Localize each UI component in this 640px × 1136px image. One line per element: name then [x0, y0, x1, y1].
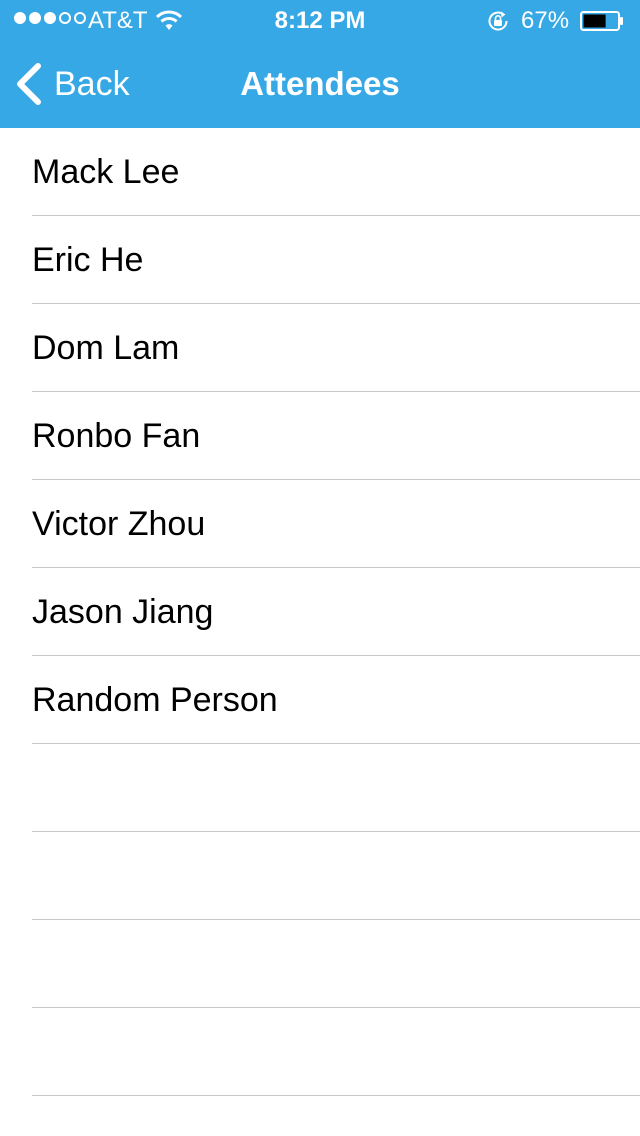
list-item[interactable]: Eric He — [0, 216, 640, 304]
empty-list-row — [0, 744, 640, 832]
chevron-left-icon — [17, 63, 41, 105]
empty-list-row — [0, 920, 640, 1008]
list-item[interactable]: Victor Zhou — [0, 480, 640, 568]
list-item[interactable]: Mack Lee — [0, 128, 640, 216]
attendee-name: Mack Lee — [32, 153, 180, 191]
attendee-name: Victor Zhou — [32, 505, 206, 543]
attendee-name: Jason Jiang — [32, 593, 214, 631]
empty-list-row — [0, 832, 640, 920]
battery-percentage: 67% — [521, 7, 570, 34]
back-button[interactable]: Back — [14, 40, 130, 128]
navigation-bar: Back Attendees — [0, 40, 640, 128]
attendee-list: Mack Lee Eric He Dom Lam Ronbo Fan Victo… — [0, 128, 640, 1096]
attendees-screen: AT&T 8:12 PM 67% Back Attendees Mack Lee… — [0, 0, 640, 1136]
empty-list-row — [0, 1008, 640, 1096]
list-item[interactable]: Jason Jiang — [0, 568, 640, 656]
attendee-name: Ronbo Fan — [32, 417, 201, 455]
top-bar: AT&T 8:12 PM 67% Back Attendees — [0, 0, 640, 128]
attendee-name: Eric He — [32, 241, 144, 279]
status-bar: AT&T 8:12 PM 67% — [0, 0, 640, 40]
rotation-lock-icon — [488, 11, 508, 31]
list-item[interactable]: Random Person — [0, 656, 640, 744]
attendee-name: Random Person — [32, 681, 278, 719]
list-item[interactable]: Ronbo Fan — [0, 392, 640, 480]
attendee-name: Dom Lam — [32, 329, 180, 367]
battery-icon — [580, 11, 623, 31]
list-item[interactable]: Dom Lam — [0, 304, 640, 392]
back-button-label: Back — [54, 64, 130, 103]
